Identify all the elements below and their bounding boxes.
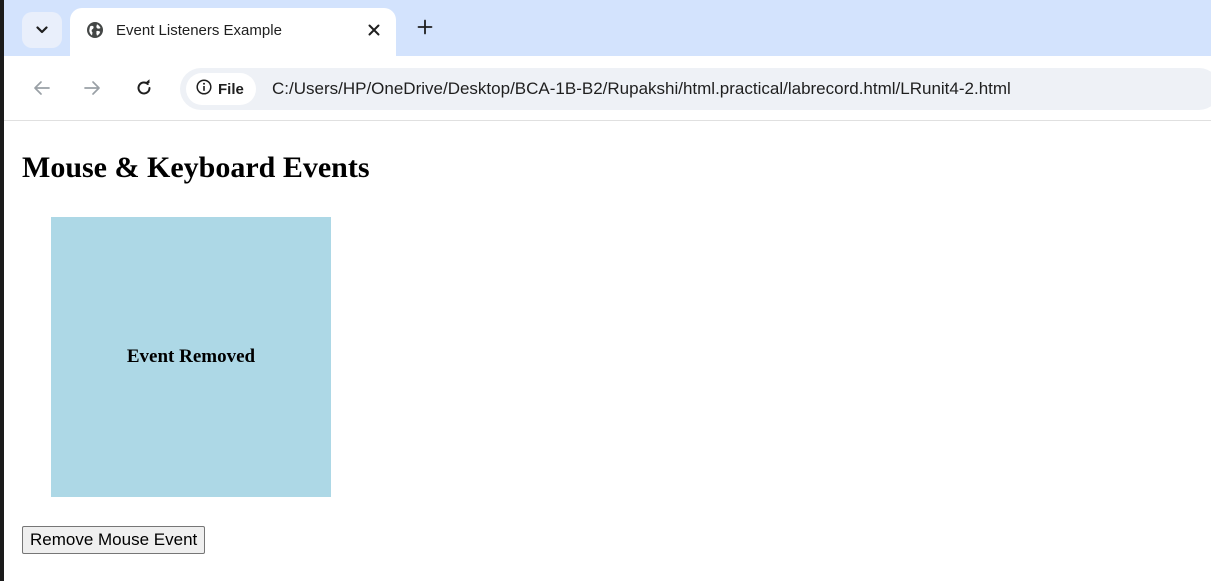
site-info-chip[interactable]: File <box>186 73 256 105</box>
tab-search-button[interactable] <box>22 12 62 48</box>
chevron-down-icon <box>36 21 48 39</box>
reload-icon <box>135 78 153 102</box>
tab-title: Event Listeners Example <box>116 22 282 39</box>
tab-active[interactable]: Event Listeners Example <box>70 8 396 56</box>
page-content: Mouse & Keyboard Events Event Removed Re… <box>4 121 1211 581</box>
browser-window: Event Listeners Example File C:/Users/HP… <box>0 0 1211 581</box>
back-arrow-icon <box>33 80 51 101</box>
page-title: Mouse & Keyboard Events <box>22 151 370 184</box>
browser-toolbar: File C:/Users/HP/OneDrive/Desktop/BCA-1B… <box>4 56 1211 121</box>
globe-icon <box>86 21 104 39</box>
close-icon[interactable] <box>364 20 384 40</box>
new-tab-button[interactable] <box>414 18 436 40</box>
event-box-text: Event Removed <box>126 346 256 367</box>
scheme-label: File <box>218 80 244 98</box>
forward-arrow-icon <box>83 80 101 101</box>
back-button[interactable] <box>30 78 54 102</box>
tab-strip: Event Listeners Example <box>4 0 1211 56</box>
remove-mouse-event-button[interactable]: Remove Mouse Event <box>22 526 206 554</box>
address-bar[interactable]: File C:/Users/HP/OneDrive/Desktop/BCA-1B… <box>180 68 1211 110</box>
event-box[interactable]: Event Removed <box>51 217 331 497</box>
forward-button[interactable] <box>80 78 104 102</box>
plus-icon <box>417 19 433 40</box>
info-icon <box>196 78 212 100</box>
reload-button[interactable] <box>132 78 156 102</box>
url-text[interactable]: C:/Users/HP/OneDrive/Desktop/BCA-1B-B2/R… <box>272 79 1011 99</box>
